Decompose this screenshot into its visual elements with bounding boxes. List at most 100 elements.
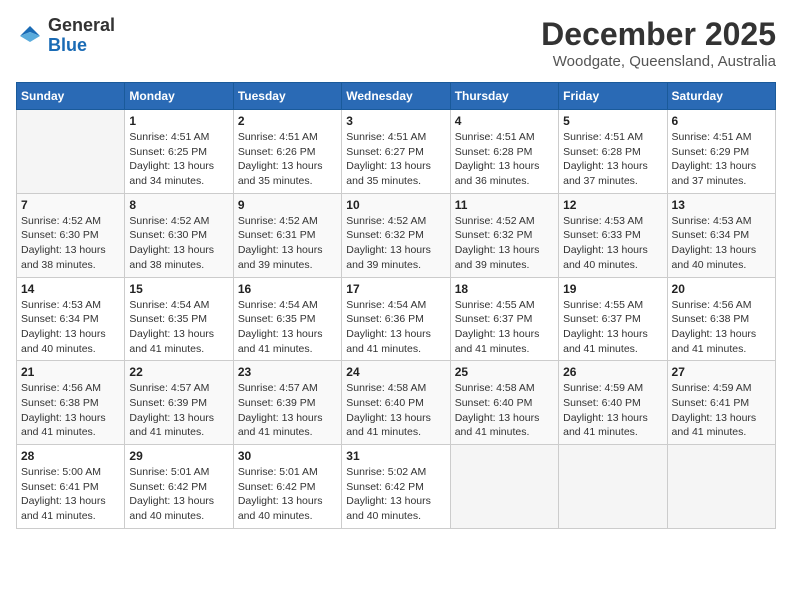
day-info: Sunrise: 4:51 AM Sunset: 6:28 PM Dayligh…	[563, 130, 662, 189]
weekday-header-thursday: Thursday	[450, 83, 558, 110]
calendar-cell: 19Sunrise: 4:55 AM Sunset: 6:37 PM Dayli…	[559, 277, 667, 361]
day-number: 23	[238, 365, 337, 379]
calendar-body: 1 Sunrise: 4:51 AM Sunset: 6:25 PM Daylig…	[17, 110, 776, 529]
title-block: December 2025 Woodgate, Queensland, Aust…	[541, 16, 776, 70]
calendar-week-4: 21 Sunrise: 4:56 AM Sunset: 6:38 PM Dayli…	[17, 361, 776, 445]
day-info: Sunrise: 4:52 AM Sunset: 6:31 PM Dayligh…	[238, 214, 337, 273]
day-number: 11	[455, 198, 554, 212]
calendar-cell: 2 Sunrise: 4:51 AM Sunset: 6:26 PM Daylig…	[233, 110, 341, 194]
weekday-header-sunday: Sunday	[17, 83, 125, 110]
day-number: 4	[455, 114, 554, 128]
calendar-week-2: 7 Sunrise: 4:52 AM Sunset: 6:30 PM Daylig…	[17, 193, 776, 277]
day-info: Sunrise: 4:52 AM Sunset: 6:32 PM Dayligh…	[455, 214, 554, 273]
calendar-cell	[17, 110, 125, 194]
calendar-cell: 7Sunrise: 4:52 AM Sunset: 6:30 PM Daylig…	[17, 193, 125, 277]
day-number: 27	[672, 365, 771, 379]
location: Woodgate, Queensland, Australia	[541, 53, 776, 70]
calendar-cell: 11 Sunrise: 4:52 AM Sunset: 6:32 PM Dayli…	[450, 193, 558, 277]
calendar-cell: 27Sunrise: 4:59 AM Sunset: 6:41 PM Dayli…	[667, 361, 775, 445]
day-number: 12	[563, 198, 662, 212]
logo: General Blue	[16, 16, 115, 56]
day-number: 7	[21, 198, 120, 212]
calendar-cell: 20 Sunrise: 4:56 AM Sunset: 6:38 PM Dayli…	[667, 277, 775, 361]
calendar-cell: 8Sunrise: 4:52 AM Sunset: 6:30 PM Daylig…	[125, 193, 233, 277]
calendar-table: SundayMondayTuesdayWednesdayThursdayFrid…	[16, 82, 776, 529]
day-info: Sunrise: 4:55 AM Sunset: 6:37 PM Dayligh…	[455, 298, 554, 357]
day-number: 10	[346, 198, 445, 212]
day-info: Sunrise: 4:53 AM Sunset: 6:33 PM Dayligh…	[563, 214, 662, 273]
day-info: Sunrise: 4:51 AM Sunset: 6:28 PM Dayligh…	[455, 130, 554, 189]
day-info: Sunrise: 4:55 AM Sunset: 6:37 PM Dayligh…	[563, 298, 662, 357]
day-info: Sunrise: 4:51 AM Sunset: 6:27 PM Dayligh…	[346, 130, 445, 189]
day-info: Sunrise: 4:54 AM Sunset: 6:35 PM Dayligh…	[238, 298, 337, 357]
day-info: Sunrise: 4:56 AM Sunset: 6:38 PM Dayligh…	[672, 298, 771, 357]
logo-general-text: General	[48, 16, 115, 36]
calendar-cell	[559, 445, 667, 529]
calendar-cell: 15 Sunrise: 4:54 AM Sunset: 6:35 PM Dayli…	[125, 277, 233, 361]
calendar-cell: 23 Sunrise: 4:57 AM Sunset: 6:39 PM Dayli…	[233, 361, 341, 445]
day-number: 18	[455, 282, 554, 296]
day-number: 22	[129, 365, 228, 379]
day-number: 5	[563, 114, 662, 128]
calendar-cell: 5 Sunrise: 4:51 AM Sunset: 6:28 PM Daylig…	[559, 110, 667, 194]
day-number: 9	[238, 198, 337, 212]
day-number: 28	[21, 449, 120, 463]
calendar-cell: 13Sunrise: 4:53 AM Sunset: 6:34 PM Dayli…	[667, 193, 775, 277]
calendar-cell: 16 Sunrise: 4:54 AM Sunset: 6:35 PM Dayli…	[233, 277, 341, 361]
calendar-week-5: 28 Sunrise: 5:00 AM Sunset: 6:41 PM Dayli…	[17, 445, 776, 529]
weekday-header-monday: Monday	[125, 83, 233, 110]
calendar-cell: 30 Sunrise: 5:01 AM Sunset: 6:42 PM Dayli…	[233, 445, 341, 529]
weekday-header-friday: Friday	[559, 83, 667, 110]
day-number: 25	[455, 365, 554, 379]
weekday-header-tuesday: Tuesday	[233, 83, 341, 110]
day-info: Sunrise: 4:52 AM Sunset: 6:30 PM Dayligh…	[129, 214, 228, 273]
weekday-header-saturday: Saturday	[667, 83, 775, 110]
calendar-cell: 21 Sunrise: 4:56 AM Sunset: 6:38 PM Dayli…	[17, 361, 125, 445]
calendar-cell: 10Sunrise: 4:52 AM Sunset: 6:32 PM Dayli…	[342, 193, 450, 277]
calendar-cell: 28 Sunrise: 5:00 AM Sunset: 6:41 PM Dayli…	[17, 445, 125, 529]
day-number: 16	[238, 282, 337, 296]
day-info: Sunrise: 4:51 AM Sunset: 6:26 PM Dayligh…	[238, 130, 337, 189]
calendar-cell: 14 Sunrise: 4:53 AM Sunset: 6:34 PM Dayli…	[17, 277, 125, 361]
day-info: Sunrise: 4:59 AM Sunset: 6:40 PM Dayligh…	[563, 381, 662, 440]
calendar-cell	[450, 445, 558, 529]
day-info: Sunrise: 4:57 AM Sunset: 6:39 PM Dayligh…	[129, 381, 228, 440]
day-info: Sunrise: 4:53 AM Sunset: 6:34 PM Dayligh…	[672, 214, 771, 273]
day-info: Sunrise: 4:53 AM Sunset: 6:34 PM Dayligh…	[21, 298, 120, 357]
day-number: 14	[21, 282, 120, 296]
calendar-cell: 9 Sunrise: 4:52 AM Sunset: 6:31 PM Daylig…	[233, 193, 341, 277]
day-info: Sunrise: 5:00 AM Sunset: 6:41 PM Dayligh…	[21, 465, 120, 524]
day-number: 1	[129, 114, 228, 128]
day-info: Sunrise: 4:57 AM Sunset: 6:39 PM Dayligh…	[238, 381, 337, 440]
day-number: 29	[129, 449, 228, 463]
calendar-cell: 24 Sunrise: 4:58 AM Sunset: 6:40 PM Dayli…	[342, 361, 450, 445]
day-info: Sunrise: 5:01 AM Sunset: 6:42 PM Dayligh…	[238, 465, 337, 524]
calendar-cell: 1 Sunrise: 4:51 AM Sunset: 6:25 PM Daylig…	[125, 110, 233, 194]
calendar-cell: 18 Sunrise: 4:55 AM Sunset: 6:37 PM Dayli…	[450, 277, 558, 361]
weekday-header-wednesday: Wednesday	[342, 83, 450, 110]
day-number: 24	[346, 365, 445, 379]
day-info: Sunrise: 5:01 AM Sunset: 6:42 PM Dayligh…	[129, 465, 228, 524]
day-number: 6	[672, 114, 771, 128]
logo-icon	[16, 22, 44, 50]
day-number: 20	[672, 282, 771, 296]
day-info: Sunrise: 4:58 AM Sunset: 6:40 PM Dayligh…	[346, 381, 445, 440]
day-number: 15	[129, 282, 228, 296]
day-number: 2	[238, 114, 337, 128]
day-number: 30	[238, 449, 337, 463]
day-info: Sunrise: 4:54 AM Sunset: 6:35 PM Dayligh…	[129, 298, 228, 357]
day-number: 3	[346, 114, 445, 128]
calendar-cell: 31Sunrise: 5:02 AM Sunset: 6:42 PM Dayli…	[342, 445, 450, 529]
calendar-cell: 3 Sunrise: 4:51 AM Sunset: 6:27 PM Daylig…	[342, 110, 450, 194]
calendar-cell: 17Sunrise: 4:54 AM Sunset: 6:36 PM Dayli…	[342, 277, 450, 361]
day-info: Sunrise: 4:56 AM Sunset: 6:38 PM Dayligh…	[21, 381, 120, 440]
day-info: Sunrise: 4:51 AM Sunset: 6:25 PM Dayligh…	[129, 130, 228, 189]
logo-blue-text: Blue	[48, 36, 115, 56]
calendar-cell: 6Sunrise: 4:51 AM Sunset: 6:29 PM Daylig…	[667, 110, 775, 194]
calendar-cell: 29 Sunrise: 5:01 AM Sunset: 6:42 PM Dayli…	[125, 445, 233, 529]
calendar-header-row: SundayMondayTuesdayWednesdayThursdayFrid…	[17, 83, 776, 110]
day-number: 21	[21, 365, 120, 379]
day-info: Sunrise: 4:54 AM Sunset: 6:36 PM Dayligh…	[346, 298, 445, 357]
calendar-cell	[667, 445, 775, 529]
day-info: Sunrise: 4:58 AM Sunset: 6:40 PM Dayligh…	[455, 381, 554, 440]
